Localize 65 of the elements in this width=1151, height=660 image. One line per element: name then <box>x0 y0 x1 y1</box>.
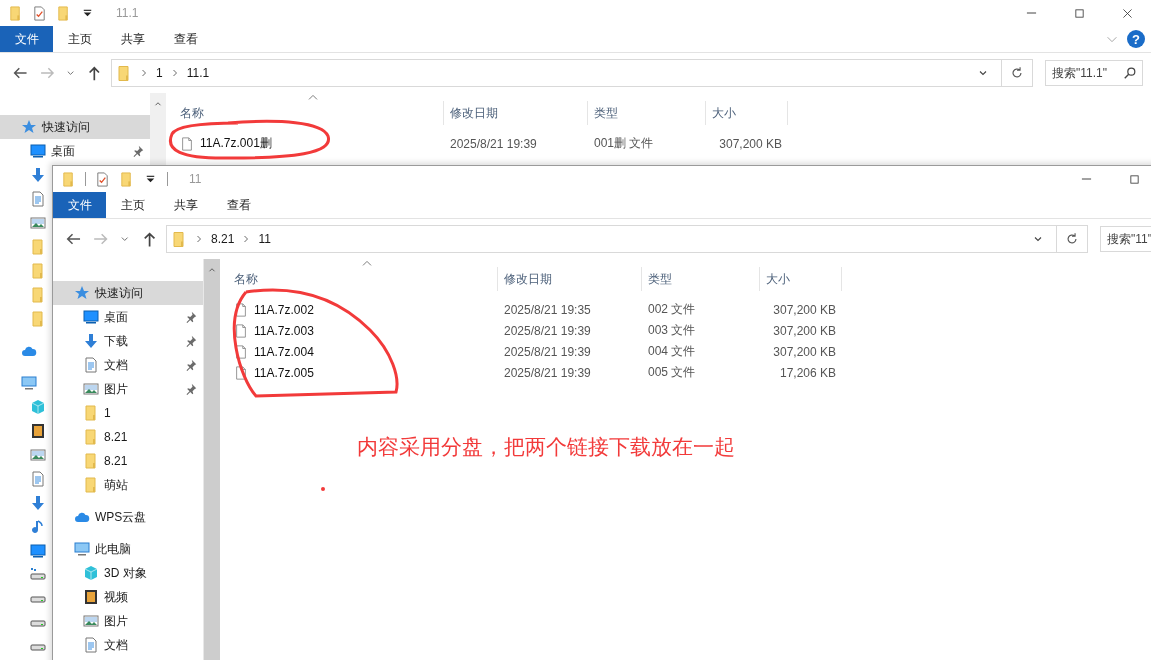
sidebar-item[interactable]: 图片 <box>53 377 203 401</box>
breadcrumb-item[interactable]: 11.1 <box>186 66 210 80</box>
sidebar-item[interactable]: 桌面 <box>53 305 203 329</box>
table-cell-text: 2025/8/21 19:35 <box>503 302 592 317</box>
table-cell-text: 17,206 KB <box>778 365 837 380</box>
breadcrumb-item[interactable]: 1 <box>156 66 163 80</box>
sidebar-item[interactable]: 8.21 <box>53 449 203 473</box>
file-menu-button[interactable]: 文件 <box>0 26 53 52</box>
address-bar[interactable]: 1 11.1 <box>111 59 1033 87</box>
sidebar-item[interactable]: WPS云盘 <box>53 505 203 529</box>
table-cell-text: 307,200 KB <box>772 302 837 317</box>
column-header[interactable]: 大小 <box>706 101 788 125</box>
search-field[interactable]: 搜索"11.1" <box>1045 60 1143 86</box>
sidebar-item[interactable]: 1 <box>53 401 203 425</box>
sidebar-item[interactable]: 萌站 <box>53 473 203 497</box>
column-header[interactable]: 名称 <box>228 267 498 291</box>
table-cell-text: 2025/8/21 19:39 <box>503 323 592 338</box>
column-header[interactable]: 类型 <box>588 101 706 125</box>
table-cell-text: 001删 文件 <box>593 135 655 152</box>
sidebar-item[interactable]: 桌面 <box>0 139 150 163</box>
sidebar-item[interactable]: 快速访问 <box>0 115 150 139</box>
table-cell-text: 2025/8/21 19:39 <box>449 136 538 151</box>
table-cell-text: 002 文件 <box>647 301 697 318</box>
file-item[interactable]: 11A.7z.005 <box>228 364 498 381</box>
sidebar-item[interactable]: 视频 <box>53 585 203 609</box>
column-header[interactable]: 修改日期 <box>498 267 642 291</box>
ribbon-tab[interactable]: 主页 <box>106 192 159 218</box>
sidebar-item[interactable]: 文档 <box>53 353 203 377</box>
file-item[interactable]: 11A.7z.001删 <box>174 135 444 152</box>
sidebar-item[interactable]: 图片 <box>53 609 203 633</box>
address-bar[interactable]: 8.21 11 <box>166 225 1088 253</box>
table-cell-text: 307,200 KB <box>772 323 837 338</box>
table-cell-text: 004 文件 <box>647 343 697 360</box>
column-header[interactable]: 大小 <box>760 267 842 291</box>
file-item[interactable]: 11A.7z.002 <box>228 301 498 318</box>
sidebar-item[interactable]: 快速访问 <box>53 281 203 305</box>
ribbon-tab[interactable]: 共享 <box>159 192 212 218</box>
ribbon-tab[interactable]: 查看 <box>159 26 212 52</box>
file-item[interactable]: 11A.7z.004 <box>228 343 498 360</box>
table-cell-text: 2025/8/21 19:39 <box>503 365 592 380</box>
file-menu-button[interactable]: 文件 <box>53 192 106 218</box>
column-header[interactable]: 名称 <box>174 101 444 125</box>
breadcrumb-item[interactable]: 11 <box>258 232 271 246</box>
column-header[interactable]: 修改日期 <box>444 101 588 125</box>
ribbon-tab[interactable]: 查看 <box>212 192 265 218</box>
annotation-text: 内容采用分盘，把两个链接下载放在一起 <box>357 434 735 460</box>
file-item[interactable]: 11A.7z.003 <box>228 322 498 339</box>
ribbon-tab[interactable]: 共享 <box>106 26 159 52</box>
sidebar-item[interactable]: 下载 <box>53 329 203 353</box>
window-title: 11.1 <box>116 6 139 20</box>
table-cell-text: 005 文件 <box>647 364 697 381</box>
table-cell-text: 2025/8/21 19:39 <box>503 344 592 359</box>
table-cell-text: 307,200 KB <box>772 344 837 359</box>
window-title: 11 <box>189 172 202 186</box>
search-field[interactable]: 搜索"11" <box>1100 226 1151 252</box>
sidebar-item[interactable]: 此电脑 <box>53 537 203 561</box>
column-header[interactable]: 类型 <box>642 267 760 291</box>
table-cell-text: 307,200 KB <box>718 136 783 151</box>
sidebar-item[interactable]: 8.21 <box>53 425 203 449</box>
sidebar-item[interactable]: 3D 对象 <box>53 561 203 585</box>
table-cell-text: 003 文件 <box>647 322 697 339</box>
ribbon-tab[interactable]: 主页 <box>53 26 106 52</box>
breadcrumb-item[interactable]: 8.21 <box>211 232 235 246</box>
help-button[interactable]: ? <box>1127 30 1145 48</box>
sidebar-item[interactable]: 文档 <box>53 633 203 657</box>
